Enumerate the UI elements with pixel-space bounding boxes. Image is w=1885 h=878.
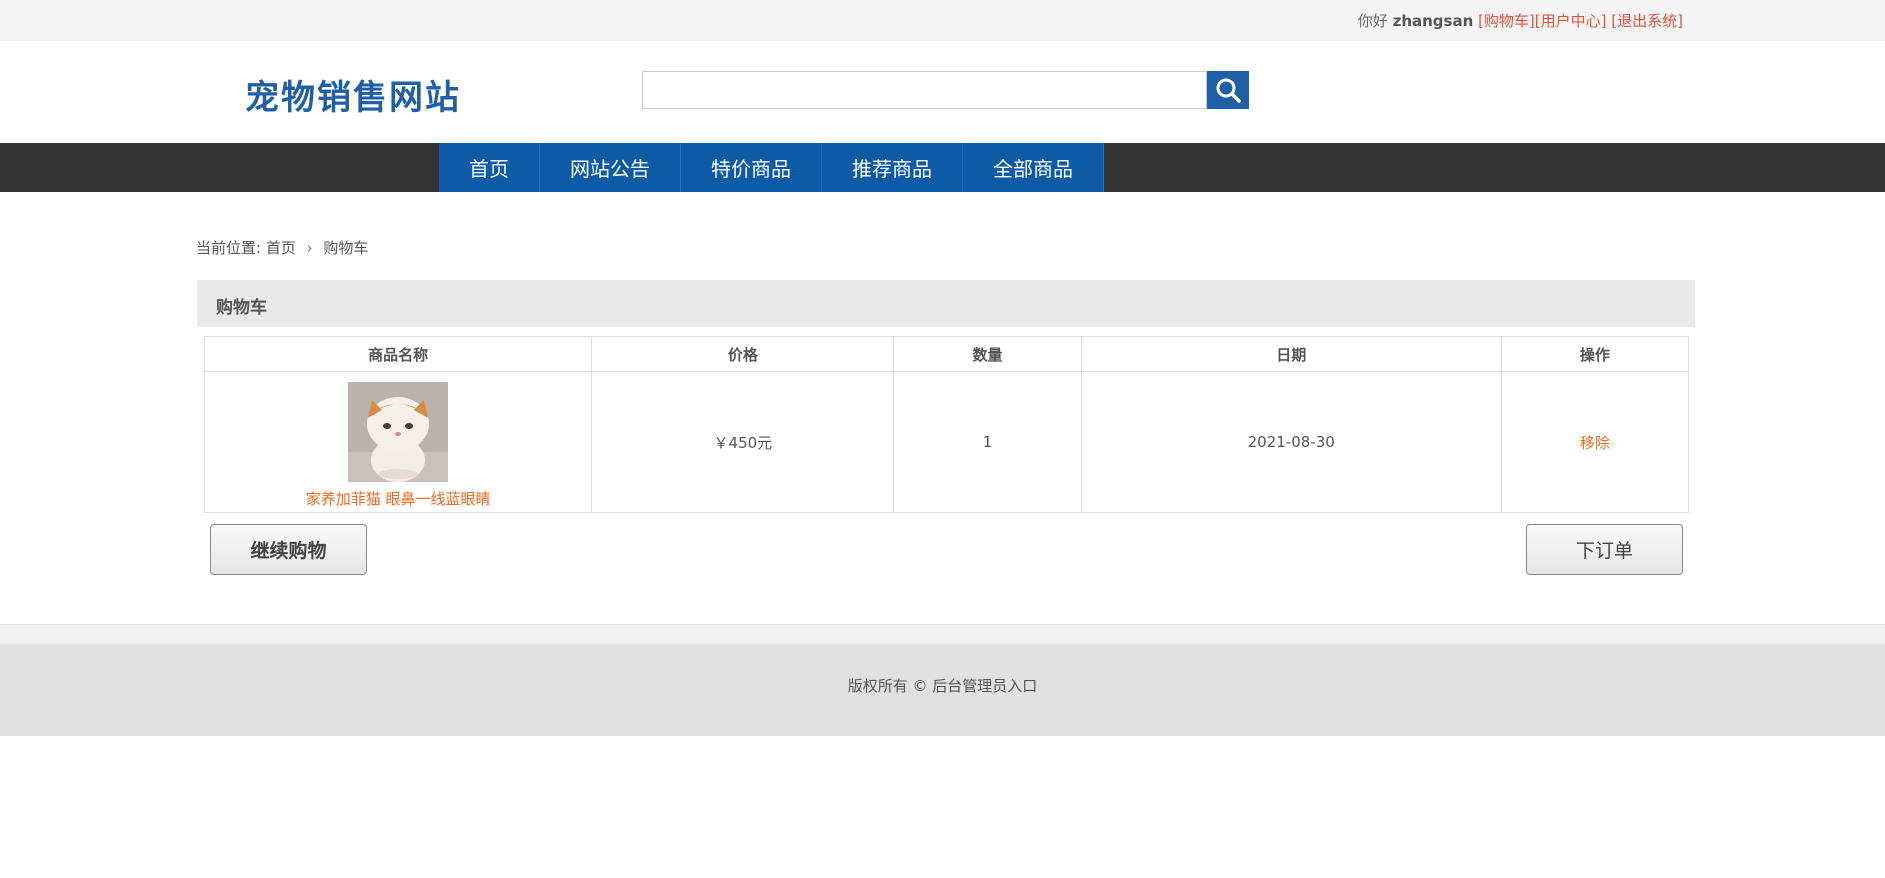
cart-title: 购物车 bbox=[216, 298, 267, 318]
search-button[interactable] bbox=[1207, 71, 1249, 109]
cart-table: 商品名称 价格 数量 日期 操作 家养加菲猫 眼鼻一线蓝眼睛 ￥450元 1 2… bbox=[203, 336, 1690, 513]
user-links: 你好 zhangsan [购物车][用户中心] [退出系统] bbox=[1358, 10, 1683, 31]
logout-link[interactable]: [退出系统] bbox=[1611, 12, 1683, 30]
breadcrumb-current: 购物车 bbox=[323, 239, 369, 257]
quantity-cell: 1 bbox=[893, 371, 1082, 513]
footer: 版权所有 © 后台管理员入口 bbox=[0, 644, 1885, 736]
cart-link[interactable]: [购物车] bbox=[1478, 12, 1535, 30]
action-cell: 移除 bbox=[1500, 371, 1690, 513]
column-header-price: 价格 bbox=[591, 336, 895, 372]
product-name-link[interactable]: 家养加菲猫 眼鼻一线蓝眼睛 bbox=[306, 490, 491, 508]
search-icon bbox=[1216, 78, 1241, 103]
price-cell: ￥450元 bbox=[591, 371, 895, 513]
column-header-date: 日期 bbox=[1080, 336, 1502, 372]
remove-link[interactable]: 移除 bbox=[1580, 434, 1610, 452]
header: 宠物销售网站 bbox=[0, 41, 1885, 143]
place-order-button[interactable]: 下订单 bbox=[1526, 524, 1683, 575]
main-nav: 首页 网站公告 特价商品 推荐商品 全部商品 bbox=[0, 143, 1885, 192]
footer-text: 版权所有 © 后台管理员入口 bbox=[0, 675, 1885, 696]
nav-item-home[interactable]: 首页 bbox=[439, 143, 540, 192]
copyright-text: 版权所有 © bbox=[847, 677, 928, 695]
user-center-link[interactable]: [用户中心] bbox=[1535, 12, 1607, 30]
greeting-text: 你好 bbox=[1357, 12, 1388, 30]
nav-item-recommended[interactable]: 推荐商品 bbox=[822, 143, 963, 192]
product-image[interactable] bbox=[348, 381, 449, 482]
column-header-name: 商品名称 bbox=[203, 336, 593, 372]
admin-entry-link[interactable]: 后台管理员入口 bbox=[932, 677, 1037, 695]
site-logo[interactable]: 宠物销售网站 bbox=[245, 70, 461, 119]
nav-item-announcements[interactable]: 网站公告 bbox=[540, 143, 681, 192]
nav-item-all-products[interactable]: 全部商品 bbox=[963, 143, 1104, 192]
search-input[interactable] bbox=[642, 71, 1207, 109]
chevron-right-icon: › bbox=[306, 239, 313, 257]
username: zhangsan bbox=[1392, 12, 1474, 30]
breadcrumb: 当前位置: 首页 › 购物车 bbox=[196, 237, 368, 258]
continue-shopping-button[interactable]: 继续购物 bbox=[210, 524, 367, 575]
breadcrumb-prefix: 当前位置: bbox=[196, 239, 262, 257]
column-header-action: 操作 bbox=[1500, 336, 1690, 372]
date-cell: 2021-08-30 bbox=[1080, 371, 1502, 513]
nav-item-special-offers[interactable]: 特价商品 bbox=[681, 143, 822, 192]
table-header-row: 商品名称 价格 数量 日期 操作 bbox=[203, 336, 1690, 372]
breadcrumb-home[interactable]: 首页 bbox=[266, 239, 296, 257]
top-bar: 你好 zhangsan [购物车][用户中心] [退出系统] bbox=[0, 0, 1885, 41]
column-header-quantity: 数量 bbox=[893, 336, 1082, 372]
product-cell: 家养加菲猫 眼鼻一线蓝眼睛 bbox=[203, 371, 593, 513]
footer-divider bbox=[0, 624, 1885, 644]
cart-title-bar: 购物车 bbox=[197, 280, 1695, 327]
table-row: 家养加菲猫 眼鼻一线蓝眼睛 ￥450元 1 2021-08-30 移除 bbox=[203, 371, 1690, 513]
